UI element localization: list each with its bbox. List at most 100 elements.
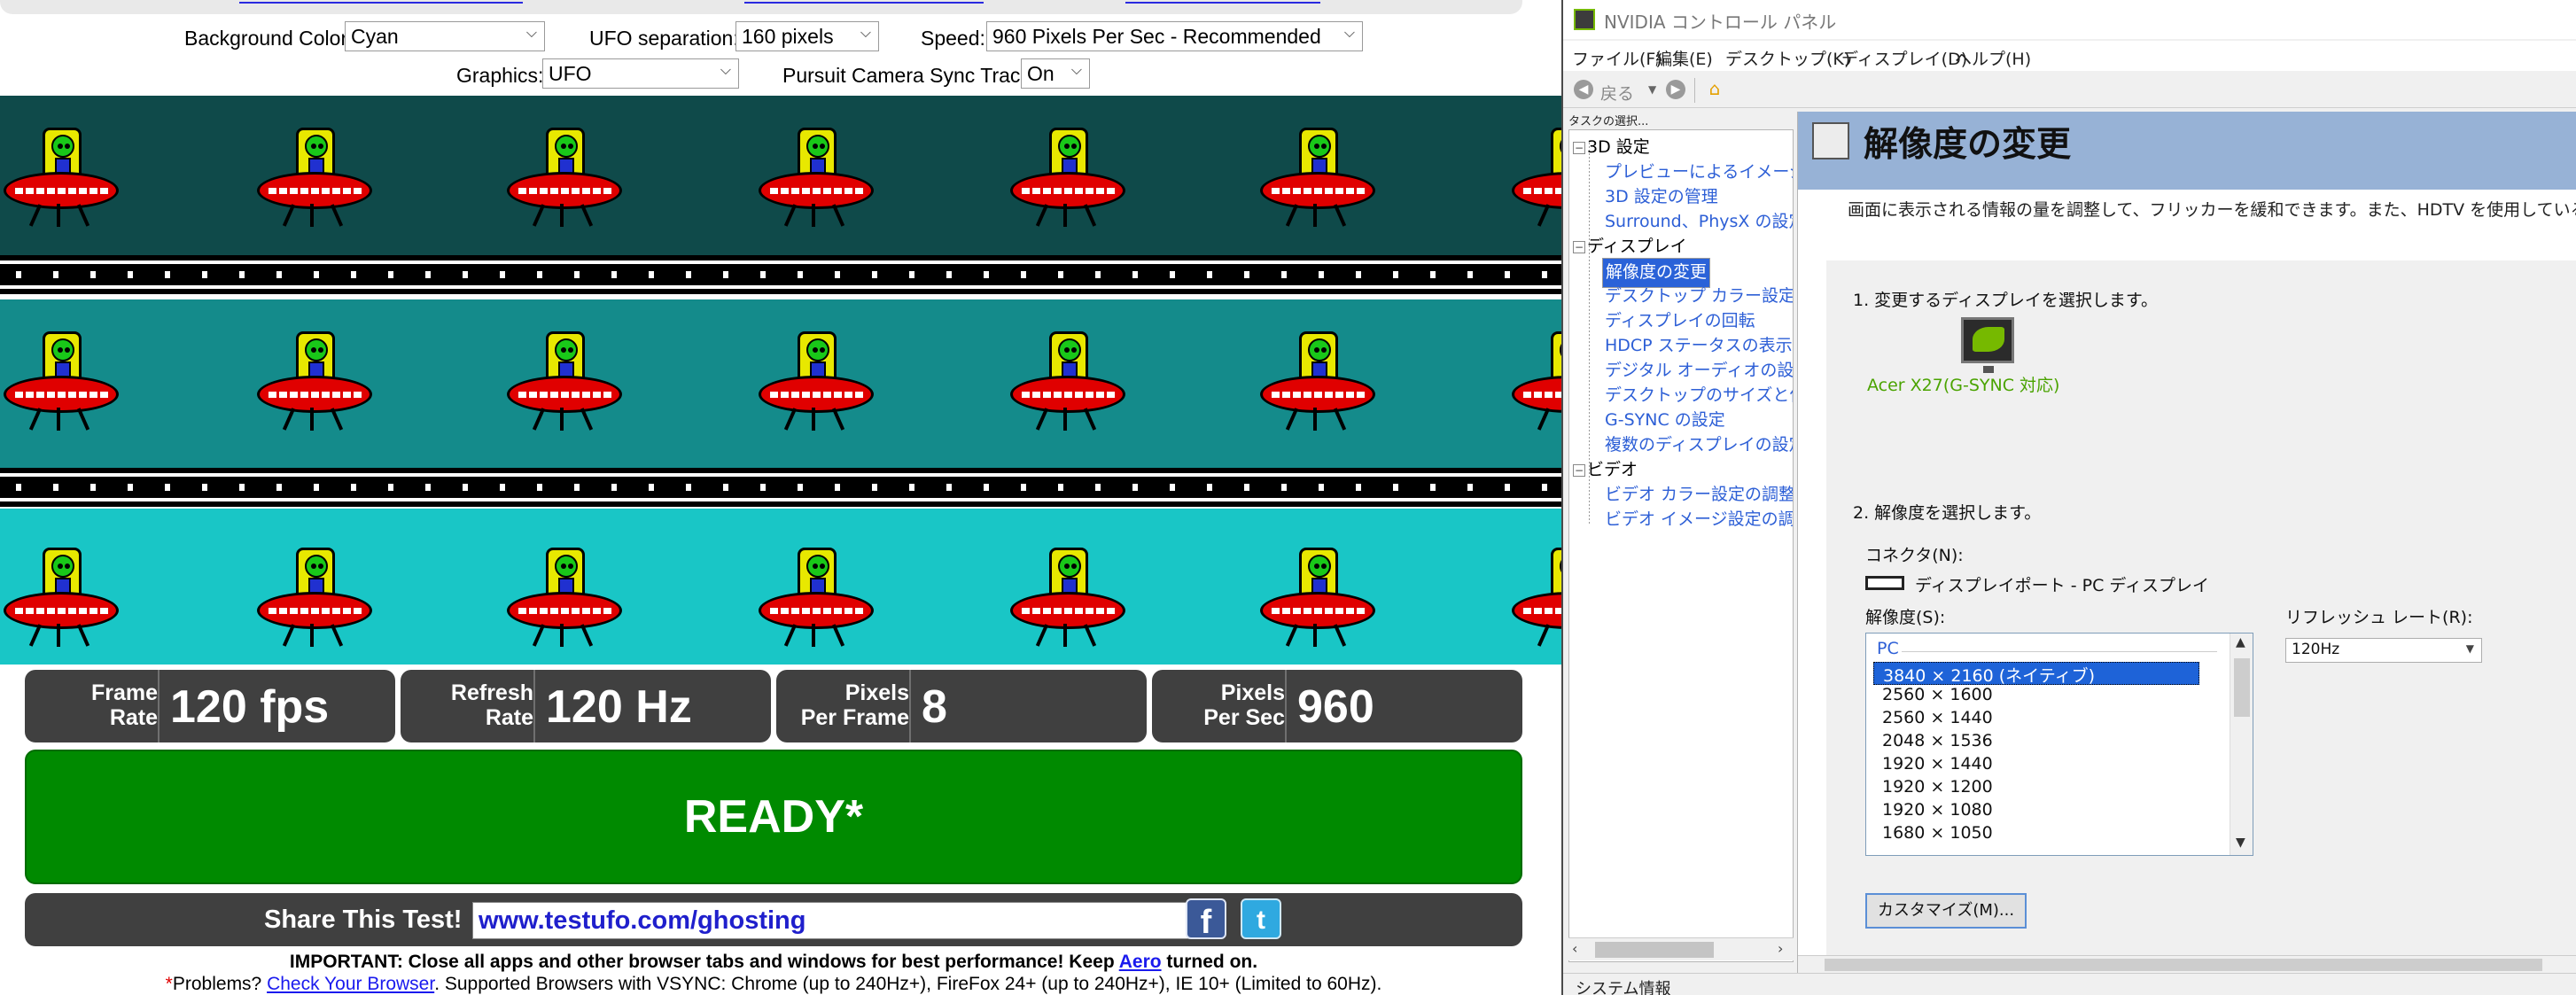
scroll-thumb[interactable] [1595,942,1714,958]
back-dropdown-icon[interactable]: ▼ [1648,83,1656,96]
resolution-label: 解像度(S): [1865,608,1946,627]
sync-track-value: On [1027,62,1055,85]
tree-item-video-color[interactable]: ビデオ カラー設定の調整 [1605,481,1793,505]
task-tree: −3D 設定 プレビューによるイメージ設定の調整 3D 設定の管理 Surrou… [1568,129,1794,962]
top-link[interactable] [239,2,523,4]
tree-item-desktop-size[interactable]: デスクトップのサイズと位置の調整 [1605,382,1793,406]
stat-label: Refresh Rate [401,680,533,730]
tree-category-video[interactable]: − ビデオ [1573,456,1638,480]
ufo-sprite [257,128,372,227]
displayport-icon [1865,576,1904,590]
display-settings-icon [1812,122,1849,159]
scroll-thumb[interactable] [2234,658,2250,717]
connector-value: ディスプレイポート - PC ディスプレイ [1915,576,2210,595]
tree-category-3d[interactable]: −3D 設定 [1573,134,1650,158]
top-link[interactable] [1125,2,1320,4]
pixels-per-sec-stat: Pixels Per Sec 960 [1152,670,1522,742]
resolution-item[interactable]: 2560 × 1600 [1873,685,2199,708]
tree-item-multi-display[interactable]: 複数のディスプレイの設定 [1605,431,1793,455]
scroll-left-icon[interactable]: ‹ [1572,940,1577,957]
step-1-heading: 1. 変更するディスプレイを選択します。 [1853,291,2158,310]
back-arrow-icon[interactable]: ◀ [1574,80,1593,99]
settings-panel: 1. 変更するディスプレイを選択します。 Acer X27(G-SYNC 対応)… [1826,260,2576,973]
connector-label: コネクタ(N): [1865,546,1964,565]
stat-label: Pixels Per Sec [1152,680,1285,730]
resolution-item[interactable]: 1920 × 1200 [1873,777,2199,800]
tree-item-digital-audio[interactable]: デジタル オーディオの設定 [1605,357,1793,381]
collapse-icon[interactable]: − [1573,463,1585,477]
controls-row-1: Background Color: Cyan ⌵ UFO separation:… [0,19,1561,53]
tree-item-3d-manage[interactable]: 3D 設定の管理 [1605,183,1718,207]
ufo-sprite [4,331,119,431]
ufo-separation-label: UFO separation: [589,27,739,50]
chevron-down-icon: ⌵ [525,26,537,41]
collapse-icon[interactable]: − [1573,141,1585,154]
menu-file[interactable]: ファイル(F) [1572,46,1662,70]
tree-category-label: 3D 設定 [1587,137,1650,157]
ufo-sprite [759,331,874,431]
resolution-item[interactable]: 2560 × 1440 [1873,708,2199,731]
stat-label-line2: Per Sec [1203,705,1285,730]
content-scrollbar[interactable] [1798,955,2576,973]
resolution-item[interactable]: 1680 × 1050 [1873,823,2199,846]
resolution-item[interactable]: 1920 × 1440 [1873,754,2199,777]
stat-label: Pixels Per Frame [776,680,909,730]
resolution-list[interactable]: PC 3840 × 2160 (ネイティブ) 2560 × 1600 2560 … [1865,633,2253,856]
scroll-down-icon[interactable]: ▼ [2236,836,2245,850]
stat-label-line1: Frame [90,680,158,705]
stat-divider [1285,670,1287,742]
ufo-animation-stage [0,96,1561,665]
top-link-strip [0,0,1522,14]
monitor-label[interactable]: Acer X27(G-SYNC 対応) [1867,372,2059,396]
background-color-select[interactable]: Cyan ⌵ [345,21,545,51]
page-title: 解像度の変更 [1864,125,2072,165]
frame-rate-stat: Frame Rate 120 fps [25,670,395,742]
customize-button[interactable]: カスタマイズ(M)... [1865,893,2027,929]
speed-select[interactable]: 960 Pixels Per Sec - Recommended ⌵ [986,21,1363,51]
tree-item-video-image[interactable]: ビデオ イメージ設定の調整 [1605,506,1793,530]
aero-link[interactable]: Aero [1119,952,1162,972]
menu-edit[interactable]: 編集(E) [1655,46,1713,70]
back-button[interactable]: 戻る [1600,81,1634,105]
pixels-per-frame-stat: Pixels Per Frame 8 [776,670,1147,742]
sync-track-select[interactable]: On ⌵ [1021,58,1090,89]
refresh-rate-select[interactable]: 120Hz ▼ [2285,638,2482,663]
tree-item-hdcp[interactable]: HDCP ステータスの表示 [1605,332,1793,356]
collapse-icon[interactable]: − [1573,240,1585,253]
tree-item-rotate[interactable]: ディスプレイの回転 [1605,307,1755,331]
graphics-select[interactable]: UFO ⌵ [542,58,739,89]
ufo-sprite [1512,128,1561,227]
resolution-item[interactable]: 2048 × 1536 [1873,731,2199,754]
ufo-separation-value: 160 pixels [742,25,834,48]
resolution-scrollbar[interactable]: ▲ ▼ [2230,634,2253,855]
scroll-thumb[interactable] [1825,959,2542,971]
share-url-field[interactable]: www.testufo.com/ghosting [472,902,1190,939]
resolution-item[interactable]: 1920 × 1080 [1873,800,2199,823]
ufo-sprite [759,548,874,647]
menu-desktop[interactable]: デスクトップ(K) [1725,46,1850,70]
top-link[interactable] [744,2,984,4]
resolution-item-selected[interactable]: 3840 × 2160 (ネイティブ) [1873,662,2199,686]
tree-category-label: ディスプレイ [1587,237,1687,256]
monitor-icon[interactable] [1961,317,2014,373]
twitter-icon[interactable]: t [1241,898,1281,939]
tree-item-desktop-color[interactable]: デスクトップ カラー設定の調整 [1605,283,1793,307]
tree-item-surround[interactable]: Surround、PhysX の設定 [1605,208,1793,232]
menu-help[interactable]: ヘルプ(H) [1955,46,2031,70]
home-icon[interactable]: ⌂ [1703,78,1726,101]
tree-category-display[interactable]: − ディスプレイ [1573,233,1687,257]
tree-item-preview[interactable]: プレビューによるイメージ設定の調整 [1605,159,1793,183]
system-info-link[interactable]: システム情報 [1576,976,1670,995]
main-content: 解像度の変更 画面に表示される情報の量を調整して、フリッカーを緩和できます。また… [1797,112,2576,973]
facebook-icon[interactable]: f [1186,898,1226,941]
scroll-right-icon[interactable]: › [1778,940,1783,957]
menu-display[interactable]: ディスプレイ(D) [1841,46,1967,70]
ufo-separation-select[interactable]: 160 pixels ⌵ [735,21,879,51]
tree-scrollbar[interactable]: ‹ › [1568,937,1794,960]
scroll-up-icon[interactable]: ▲ [2236,635,2245,649]
check-browser-link[interactable]: Check Your Browser [267,974,434,994]
tree-item-gsync[interactable]: G-SYNC の設定 [1605,407,1725,431]
window-title: NVIDIA コントロール パネル [1604,12,1837,33]
group-divider [1902,651,2217,652]
forward-arrow-icon[interactable]: ▶ [1666,80,1685,99]
